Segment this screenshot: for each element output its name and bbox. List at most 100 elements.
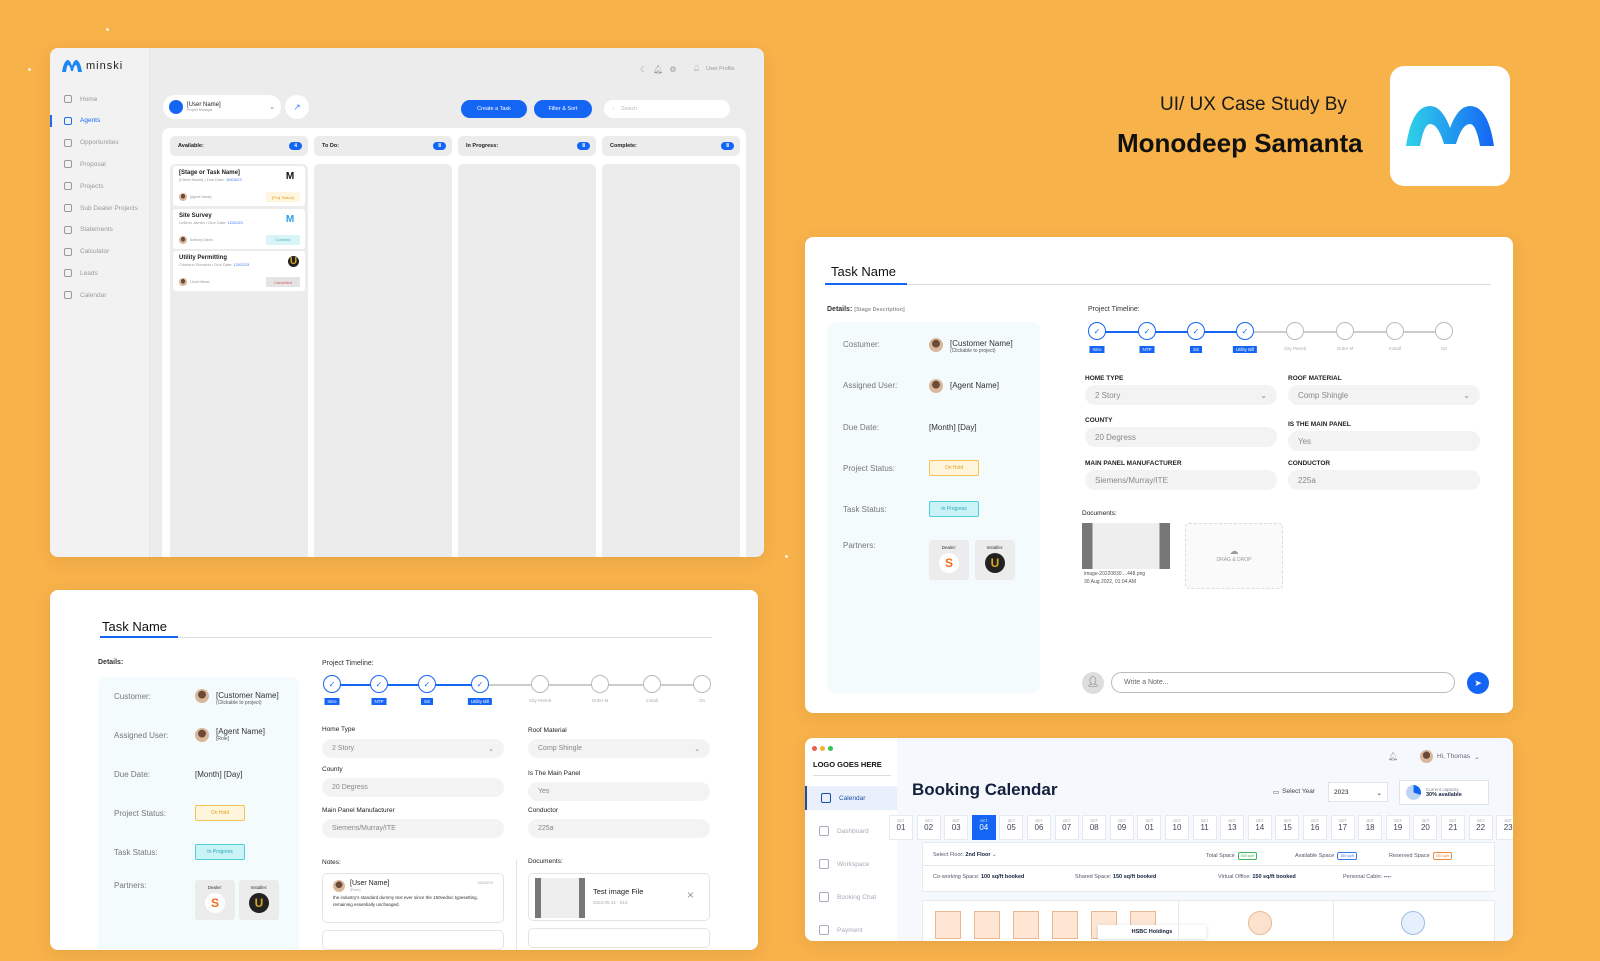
date-cell[interactable]: OCT 18 [1358, 815, 1383, 840]
bell-icon[interactable]: 🔔︎ [1388, 752, 1398, 761]
sidebar-item-opportunities[interactable]: Opportunities [64, 137, 119, 149]
timeline-step-on[interactable] [1435, 322, 1453, 340]
vip-seat[interactable] [1248, 911, 1272, 935]
close-dot[interactable] [812, 746, 817, 751]
sidebar-item-statements[interactable]: Statements [64, 224, 113, 236]
date-cell[interactable]: OCT 10 [1165, 815, 1189, 840]
timeline-step-ss[interactable]: ✓ [418, 675, 436, 693]
sidebar-item-sub-dealer-projects[interactable]: Sub Dealer Projects [64, 202, 138, 214]
roof-material-select[interactable]: Comp Shingle ⌄ [528, 739, 710, 758]
county-input[interactable]: 20 Degress [1085, 427, 1277, 447]
conductor-input[interactable]: 225a [1288, 470, 1480, 490]
sidebar-item-dashboard[interactable]: Dashboard [805, 819, 897, 843]
timeline-step-utility-bill[interactable]: ✓ [1236, 322, 1254, 340]
timeline-step-ntp[interactable]: ✓ [370, 675, 388, 693]
date-cell[interactable]: OCT 21 [1441, 815, 1465, 840]
edit-button[interactable]: ↗ [285, 95, 309, 119]
customer-link[interactable]: [Customer Name] (Clickable to project) [216, 691, 279, 706]
timeline-step-ntp[interactable]: ✓ [1138, 322, 1156, 340]
sidebar-item-proposal[interactable]: Proposal [64, 158, 106, 170]
date-cell[interactable]: OCT 14 [1247, 815, 1272, 840]
sidebar-item-calendar[interactable]: Calendar [64, 289, 106, 301]
sidebar-item-calculator[interactable]: Calculator [64, 246, 109, 258]
moon-icon[interactable]: ☾ [640, 65, 647, 74]
date-cell[interactable]: OCT 23 [1496, 815, 1513, 840]
main-panel-manufacturer-input[interactable]: Siemens/Murray/ITE [1085, 470, 1277, 490]
document-card[interactable]: Test image File 2023-05-31 · 613 × [528, 873, 710, 921]
date-cell[interactable]: OCT 22 [1468, 815, 1493, 840]
timeline-step-city-permit[interactable] [531, 675, 549, 693]
roof-material-select[interactable]: Comp Shingle ⌄ [1288, 385, 1480, 405]
timeline-step-utility-bill[interactable]: ✓ [471, 675, 489, 693]
year-select[interactable]: 2023 ⌄ [1328, 782, 1388, 802]
timeline-step-order-m[interactable] [1336, 322, 1354, 340]
date-cell[interactable]: OCT 01 [1137, 815, 1162, 840]
note-input[interactable]: Write a Note... [1111, 672, 1455, 693]
sidebar-item-agents[interactable]: Agents [64, 115, 100, 127]
sidebar-item-leads[interactable]: Leads [64, 267, 98, 279]
date-cell[interactable]: OCT 13 [1220, 815, 1245, 840]
date-cell[interactable]: OCT 17 [1330, 815, 1355, 840]
vip-seat[interactable] [1401, 911, 1425, 935]
county-input[interactable]: 20 Degress [322, 778, 504, 797]
installer-partner[interactable]: Installer: U [239, 880, 279, 920]
main-panel-manufacturer-input[interactable]: Siemens/Murray/ITE [322, 819, 504, 838]
conductor-input[interactable]: 225a [528, 819, 710, 838]
task-card[interactable]: Utility Permitting Cristiano Ronaldo • Du… [173, 251, 305, 291]
timeline-step-intro[interactable]: ✓ [323, 675, 341, 693]
date-cell[interactable]: OCT 15 [1275, 815, 1300, 840]
date-cell[interactable]: OCT 01 [889, 815, 913, 840]
timeline-step-ss[interactable]: ✓ [1187, 322, 1205, 340]
timeline-step-city-permit[interactable] [1286, 322, 1304, 340]
timeline-step-order-m[interactable] [591, 675, 609, 693]
timeline-step-install[interactable] [643, 675, 661, 693]
desk[interactable] [1052, 911, 1078, 939]
sidebar-item-calendar[interactable]: Calendar [805, 786, 897, 810]
user-menu[interactable]: Hi, Thomas ⌄ [1420, 750, 1480, 763]
date-cell[interactable]: OCT 08 [1082, 815, 1107, 840]
project-status-badge[interactable]: On Hold [929, 460, 979, 476]
project-status-badge[interactable]: On Hold [195, 805, 245, 821]
date-cell[interactable]: OCT 09 [1109, 815, 1134, 840]
date-cell[interactable]: OCT 16 [1303, 815, 1327, 840]
bell-icon[interactable]: 🔔︎ [653, 65, 663, 74]
timeline-step-on[interactable] [693, 675, 711, 693]
date-cell[interactable]: OCT 19 [1385, 815, 1410, 840]
drag-drop-zone[interactable]: ☁ DRAG & DROP [1185, 523, 1283, 589]
desk[interactable] [1013, 911, 1039, 939]
task-card[interactable]: [Stage or Task Name] [Client Name] • Due … [173, 166, 305, 206]
create-task-button[interactable]: Create a Task [461, 100, 527, 118]
gear-icon[interactable]: ⚙ [669, 65, 676, 74]
customer-link[interactable]: [Customer Name] (Clickable to project) [950, 339, 1013, 354]
date-cell[interactable]: OCT 06 [1027, 815, 1051, 840]
date-cell[interactable]: OCT 04 [971, 815, 996, 840]
date-cell[interactable]: OCT 05 [999, 815, 1024, 840]
timeline-step-install[interactable] [1386, 322, 1404, 340]
timeline-step-intro[interactable]: ✓ [1088, 322, 1106, 340]
document-thumbnail[interactable]: image-20220830....448.png 30 Aug 2022, 0… [1082, 523, 1170, 591]
installer-partner[interactable]: Installer: U [975, 540, 1015, 580]
home-type-select[interactable]: 2 Story ⌄ [1085, 385, 1277, 405]
date-cell[interactable]: OCT 03 [944, 815, 969, 840]
close-icon[interactable]: × [687, 888, 694, 902]
send-note-button[interactable]: ➤ [1467, 672, 1489, 694]
sidebar-item-home[interactable]: Home [64, 93, 97, 105]
sidebar-item-projects[interactable]: Projects [64, 180, 103, 192]
home-type-select[interactable]: 2 Story ⌄ [322, 739, 504, 758]
search-input[interactable]: ○ Search [604, 100, 730, 118]
minimize-dot[interactable] [820, 746, 825, 751]
user-select[interactable]: [User Name] Project Manager ⌄ [163, 95, 281, 119]
main-panel-input[interactable]: Yes [1288, 431, 1480, 451]
desk[interactable] [935, 911, 961, 939]
sidebar-item-payment[interactable]: Payment [805, 918, 897, 941]
user-profile-link[interactable]: 👤︎ User Profile [693, 66, 735, 72]
main-panel-input[interactable]: Yes [528, 782, 710, 801]
filter-sort-button[interactable]: Filter & Sort [534, 100, 592, 118]
floor-select[interactable]: Select Floor: 2nd Floor ⌄ [933, 852, 997, 858]
dealer-partner[interactable]: Dealer: S [195, 880, 235, 920]
date-cell[interactable]: OCT 07 [1054, 815, 1079, 840]
task-card[interactable]: Site Survey LeBron James • Due Date: 12/0… [173, 208, 305, 249]
sidebar-item-booking-chat[interactable]: Booking Chat [805, 885, 897, 909]
dealer-partner[interactable]: Dealer: S [929, 540, 969, 580]
maximize-dot[interactable] [828, 746, 833, 751]
